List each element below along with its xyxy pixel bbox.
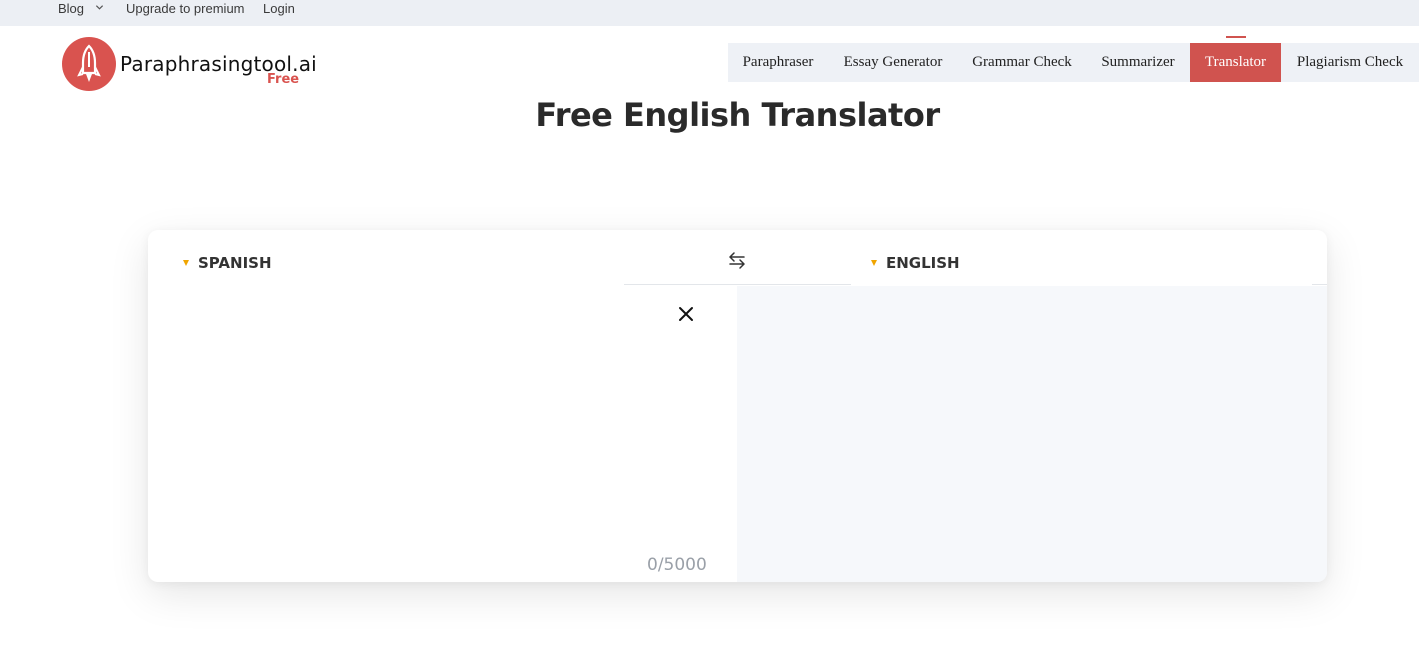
source-language-select[interactable]: SPANISH	[183, 254, 272, 272]
source-text-input[interactable]	[163, 288, 723, 538]
nav-item-plagiarism-check[interactable]: Plagiarism Check	[1281, 43, 1419, 82]
main-nav: Paraphraser Essay Generator Grammar Chec…	[728, 36, 1419, 82]
nav-item-translator[interactable]: Translator	[1190, 43, 1281, 82]
top-bar: Blog Upgrade to premium Login	[0, 0, 1419, 26]
chevron-down-icon[interactable]	[95, 3, 104, 12]
upgrade-premium-link[interactable]: Upgrade to premium	[126, 0, 245, 17]
translator-card: SPANISH ENGLISH 0/5000	[148, 230, 1327, 582]
site-logo[interactable]: Paraphrasingtool.ai Free	[62, 37, 317, 93]
close-icon[interactable]	[677, 305, 695, 323]
blog-link[interactable]: Blog	[58, 0, 84, 17]
active-tab-indicator	[1226, 36, 1246, 38]
nav-item-grammar-check[interactable]: Grammar Check	[958, 43, 1086, 82]
target-language-select[interactable]: ENGLISH	[871, 254, 960, 272]
character-counter: 0/5000	[647, 555, 707, 575]
header-divider-right	[1312, 284, 1327, 285]
logo-badge: Free	[267, 72, 300, 87]
source-language-label: SPANISH	[198, 254, 272, 272]
login-link[interactable]: Login	[263, 0, 295, 17]
rocket-logo-icon	[62, 37, 116, 91]
header-divider	[624, 284, 851, 285]
triangle-down-icon	[183, 260, 189, 266]
triangle-down-icon	[871, 260, 877, 266]
nav-item-essay-generator[interactable]: Essay Generator	[828, 43, 958, 82]
swap-arrows-icon[interactable]	[726, 249, 748, 271]
target-language-label: ENGLISH	[886, 254, 960, 272]
nav-item-summarizer[interactable]: Summarizer	[1086, 43, 1190, 82]
nav-item-paraphraser[interactable]: Paraphraser	[728, 43, 828, 82]
translation-output	[737, 286, 1327, 582]
page-title: Free English Translator	[535, 96, 940, 134]
